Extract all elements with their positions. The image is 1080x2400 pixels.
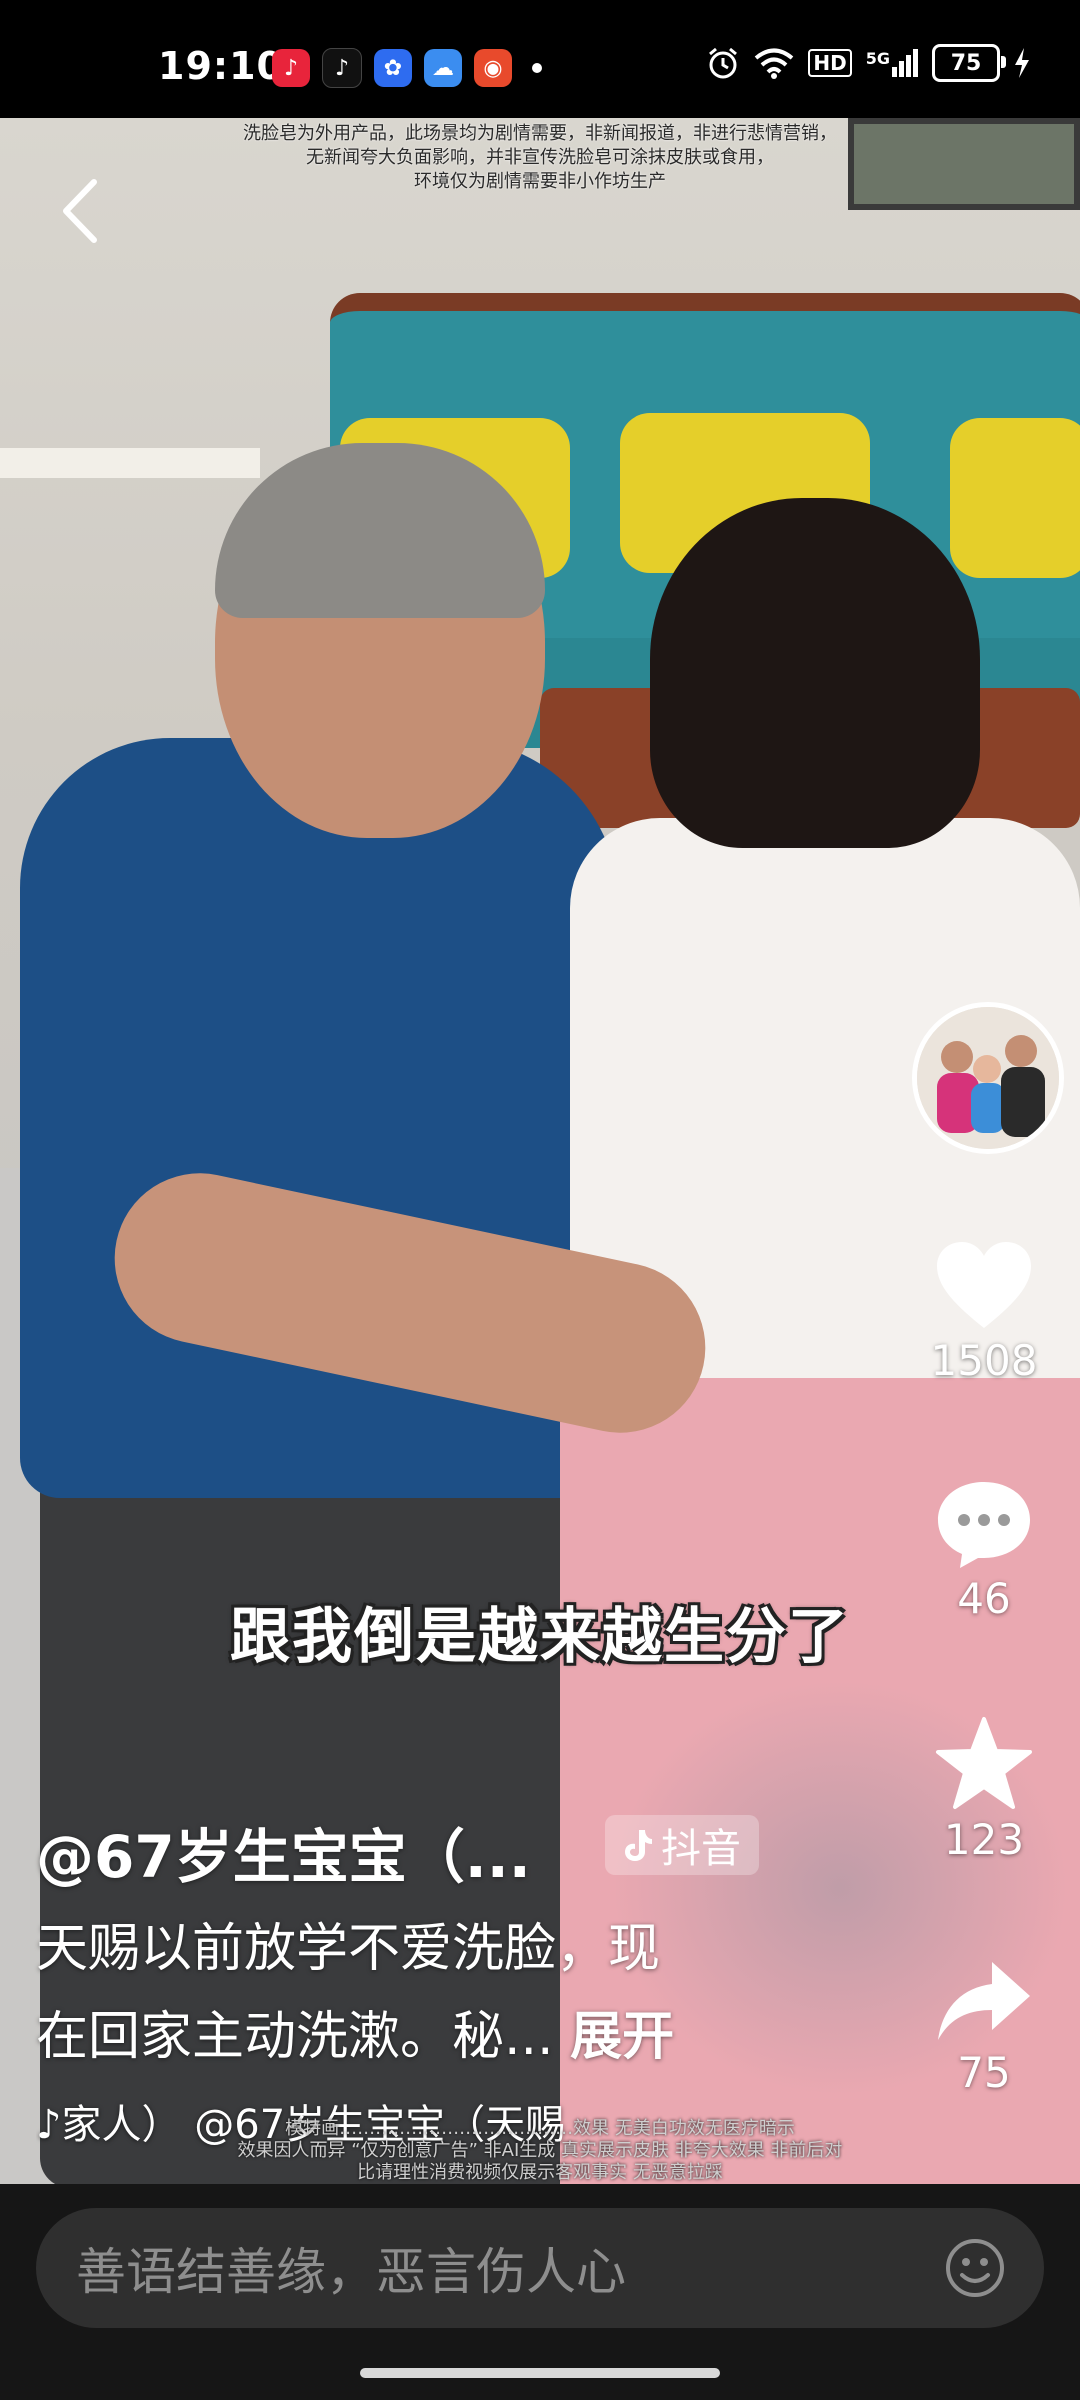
avatar-photo-icon: [917, 1007, 1059, 1149]
weather-app-icon: ☁: [424, 49, 462, 87]
comment-count: 46: [957, 1574, 1011, 1623]
more-notifications-icon: [532, 63, 542, 73]
platform-badge-label: 抖音: [661, 1826, 741, 1872]
signal-icon: 5G: [866, 49, 918, 77]
comment-input[interactable]: 善语结善缘，恶言伤人心: [36, 2208, 1044, 2328]
wifi-icon: [755, 48, 794, 79]
expand-link[interactable]: 展开: [570, 2007, 674, 2067]
music-note-icon: ♪: [36, 2102, 62, 2148]
home-indicator[interactable]: [360, 2368, 720, 2378]
share-button[interactable]: 75: [908, 1958, 1060, 2097]
like-count: 1508: [930, 1336, 1038, 1385]
baidu-app-icon: ✿: [374, 49, 412, 87]
back-button[interactable]: [56, 176, 106, 246]
douyin-logo-icon: [625, 1830, 652, 1861]
star-icon: [936, 1717, 1032, 1809]
share-arrow-icon: [938, 1962, 1030, 2040]
author-name[interactable]: @67岁生宝宝（...: [36, 1810, 531, 1894]
platform-badge[interactable]: 抖音: [605, 1815, 759, 1875]
battery-indicator: 75: [932, 44, 1006, 82]
favorite-count: 123: [943, 1815, 1025, 1864]
camera-app-icon: ◉: [474, 49, 512, 87]
battery-level: 75: [950, 50, 982, 76]
author-avatar[interactable]: [912, 1002, 1064, 1154]
hd-indicator: HD: [808, 49, 852, 77]
charging-icon: [1015, 48, 1029, 78]
music-app-icon: ♪: [272, 49, 310, 87]
notification-icons: ♪ ♪ ✿ ☁ ◉: [272, 48, 542, 88]
like-button[interactable]: 1508: [908, 1240, 1060, 1385]
status-indicators: HD 5G 75: [706, 44, 1030, 82]
comment-bubble-icon: [938, 1482, 1030, 1568]
alarm-icon: [709, 47, 738, 79]
comment-button[interactable]: 46: [908, 1478, 1060, 1623]
comment-placeholder: 善语结善缘，恶言伤人心: [76, 2243, 626, 2301]
video-description: 天赐以前放学不爱洗脸，现 在回家主动洗漱。秘... 展开: [36, 1905, 756, 2081]
douyin-app-icon: ♪: [322, 48, 362, 88]
description-line-2: 在回家主动洗漱。秘...: [36, 2007, 554, 2067]
status-bar: 19:10 ♪ ♪ ✿ ☁ ◉ HD 5G 75: [0, 0, 1080, 118]
share-count: 75: [957, 2048, 1011, 2097]
heart-icon: [937, 1242, 1031, 1328]
favorite-button[interactable]: 123: [908, 1715, 1060, 1864]
bottom-disclaimer: 模特画…………………………………效果 无美白功效无医疗暗示 效果因人而异 “仅为…: [237, 2118, 843, 2183]
description-line-1: 天赐以前放学不爱洗脸，现: [36, 1919, 661, 1979]
top-disclaimer: 洗脸皂为外用产品，此场景均为剧情需要，非新闻报道，非进行悲情营销， 无新闻夸大负…: [243, 123, 837, 192]
status-time: 19:10: [158, 44, 284, 88]
emoji-icon[interactable]: [944, 2237, 1006, 2299]
